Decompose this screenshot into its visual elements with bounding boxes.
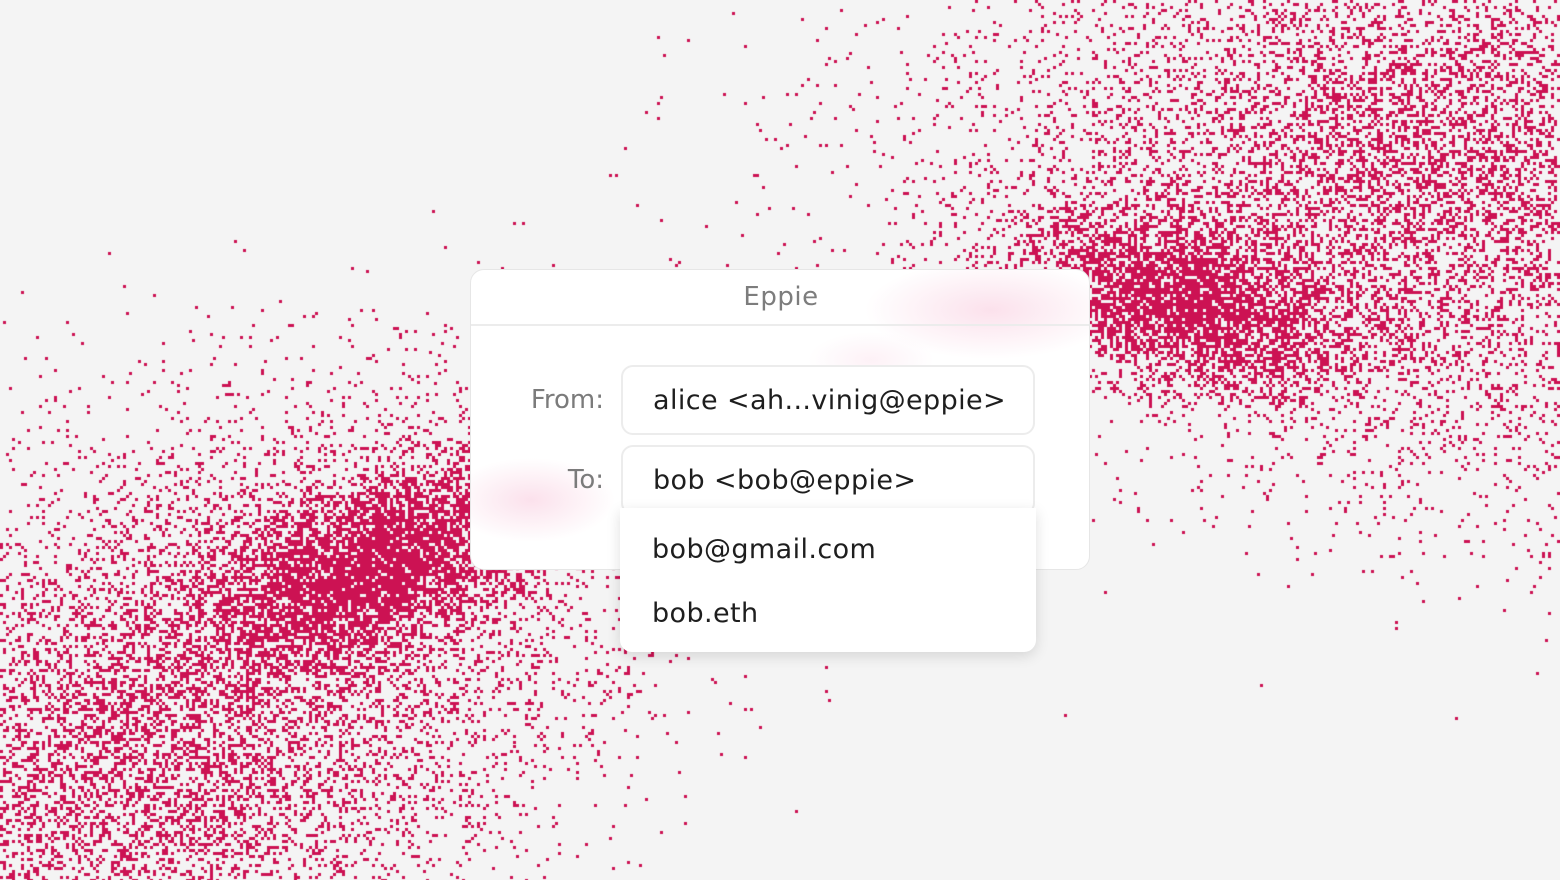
window-title: Eppie: [471, 270, 1089, 326]
to-value: bob <bob@eppie>: [653, 465, 917, 496]
suggestion-dropdown: bob@gmail.com bob.eth: [620, 508, 1036, 652]
from-value: alice <ah...vinig@eppie>: [653, 385, 1007, 416]
from-field[interactable]: alice <ah...vinig@eppie>: [621, 365, 1035, 435]
from-label: From:: [530, 385, 604, 415]
suggestion-item[interactable]: bob@gmail.com: [652, 534, 876, 565]
to-label: To:: [567, 465, 604, 495]
to-field[interactable]: bob <bob@eppie>: [621, 445, 1035, 515]
suggestion-item[interactable]: bob.eth: [652, 598, 759, 629]
stage: Eppie From: alice <ah...vinig@eppie> To:…: [0, 0, 1560, 880]
